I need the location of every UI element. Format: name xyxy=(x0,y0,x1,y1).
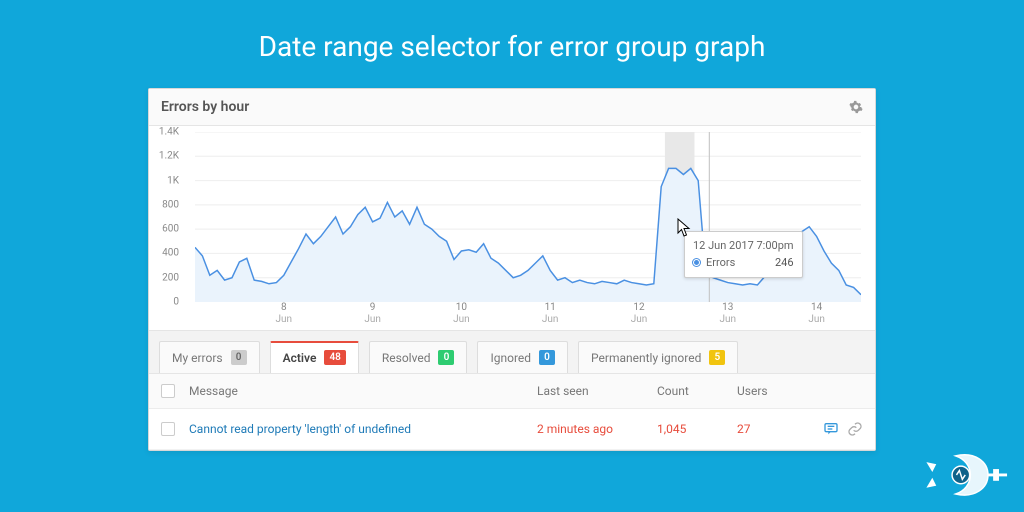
tab-label: Resolved xyxy=(382,351,431,365)
tab-badge: 5 xyxy=(709,350,725,365)
filter-tab-active[interactable]: Active 48 xyxy=(270,341,359,373)
tooltip-value: 246 xyxy=(775,255,794,272)
tab-badge: 48 xyxy=(324,350,345,365)
ytick: 800 xyxy=(162,199,179,210)
ytick: 1.2K xyxy=(159,151,179,162)
xtick: 12Jun xyxy=(631,302,648,326)
row-last-seen: 2 minutes ago xyxy=(537,422,657,436)
col-header-count: Count xyxy=(657,384,737,398)
tab-label: Ignored xyxy=(490,351,531,365)
tab-label: My errors xyxy=(172,351,223,365)
tab-badge: 0 xyxy=(539,350,555,365)
ytick: 600 xyxy=(162,224,179,235)
row-count: 1,045 xyxy=(657,422,737,436)
tab-badge: 0 xyxy=(231,350,247,365)
tab-badge: 0 xyxy=(438,350,454,365)
chart-tooltip: 12 Jun 2017 7:00pm Errors 246 xyxy=(684,231,803,278)
xtick: 13Jun xyxy=(720,302,737,326)
filter-tab-my-errors[interactable]: My errors 0 xyxy=(159,341,260,373)
xtick: 10Jun xyxy=(453,302,470,326)
table-header: Message Last seen Count Users xyxy=(149,374,875,409)
comment-icon[interactable] xyxy=(823,421,839,437)
filter-tab-permanently-ignored[interactable]: Permanently ignored 5 xyxy=(578,341,738,373)
filter-tab-ignored[interactable]: Ignored 0 xyxy=(477,341,568,373)
link-icon[interactable] xyxy=(847,421,863,437)
error-message-link[interactable]: Cannot read property 'length' of undefin… xyxy=(189,422,411,436)
col-header-message: Message xyxy=(189,384,537,398)
ytick: 0 xyxy=(173,297,179,308)
page-title: Date range selector for error group grap… xyxy=(0,0,1024,81)
panel-header: Errors by hour xyxy=(149,89,875,126)
chart-x-axis: 8Jun 9Jun 10Jun 11Jun 12Jun 13Jun 14Jun xyxy=(195,302,861,330)
xtick: 8Jun xyxy=(276,302,293,326)
ytick: 1.4K xyxy=(159,127,179,138)
ytick: 200 xyxy=(162,272,179,283)
col-header-users: Users xyxy=(737,384,807,398)
xtick: 14Jun xyxy=(808,302,825,326)
xtick: 11Jun xyxy=(542,302,559,326)
table-row[interactable]: Cannot read property 'length' of undefin… xyxy=(149,409,875,450)
errors-panel: Errors by hour 0 200 400 600 800 1K 1.2K… xyxy=(148,88,876,451)
col-header-last-seen: Last seen xyxy=(537,384,657,398)
tooltip-series-dot xyxy=(693,259,700,266)
tooltip-series-name: Errors xyxy=(706,255,735,272)
panel-title: Errors by hour xyxy=(161,99,249,115)
xtick: 9Jun xyxy=(364,302,381,326)
cursor-icon xyxy=(677,218,693,238)
chart-y-axis: 0 200 400 600 800 1K 1.2K 1.4K xyxy=(149,132,183,302)
tab-label: Active xyxy=(283,351,317,365)
filter-tab-resolved[interactable]: Resolved 0 xyxy=(369,341,468,373)
chart[interactable]: 0 200 400 600 800 1K 1.2K 1.4K 8Jun 9Jun 1… xyxy=(149,126,875,330)
filter-tabs: My errors 0 Active 48 Resolved 0 Ignored 0 Perma… xyxy=(149,330,875,374)
ytick: 400 xyxy=(162,248,179,259)
tab-label: Permanently ignored xyxy=(591,351,701,365)
tooltip-time: 12 Jun 2017 7:00pm xyxy=(693,238,794,255)
row-checkbox[interactable] xyxy=(161,422,175,436)
select-all-checkbox[interactable] xyxy=(161,384,175,398)
brand-logo xyxy=(922,450,1010,498)
ytick: 1K xyxy=(167,175,179,186)
row-users: 27 xyxy=(737,422,807,436)
gear-icon[interactable] xyxy=(849,100,863,114)
